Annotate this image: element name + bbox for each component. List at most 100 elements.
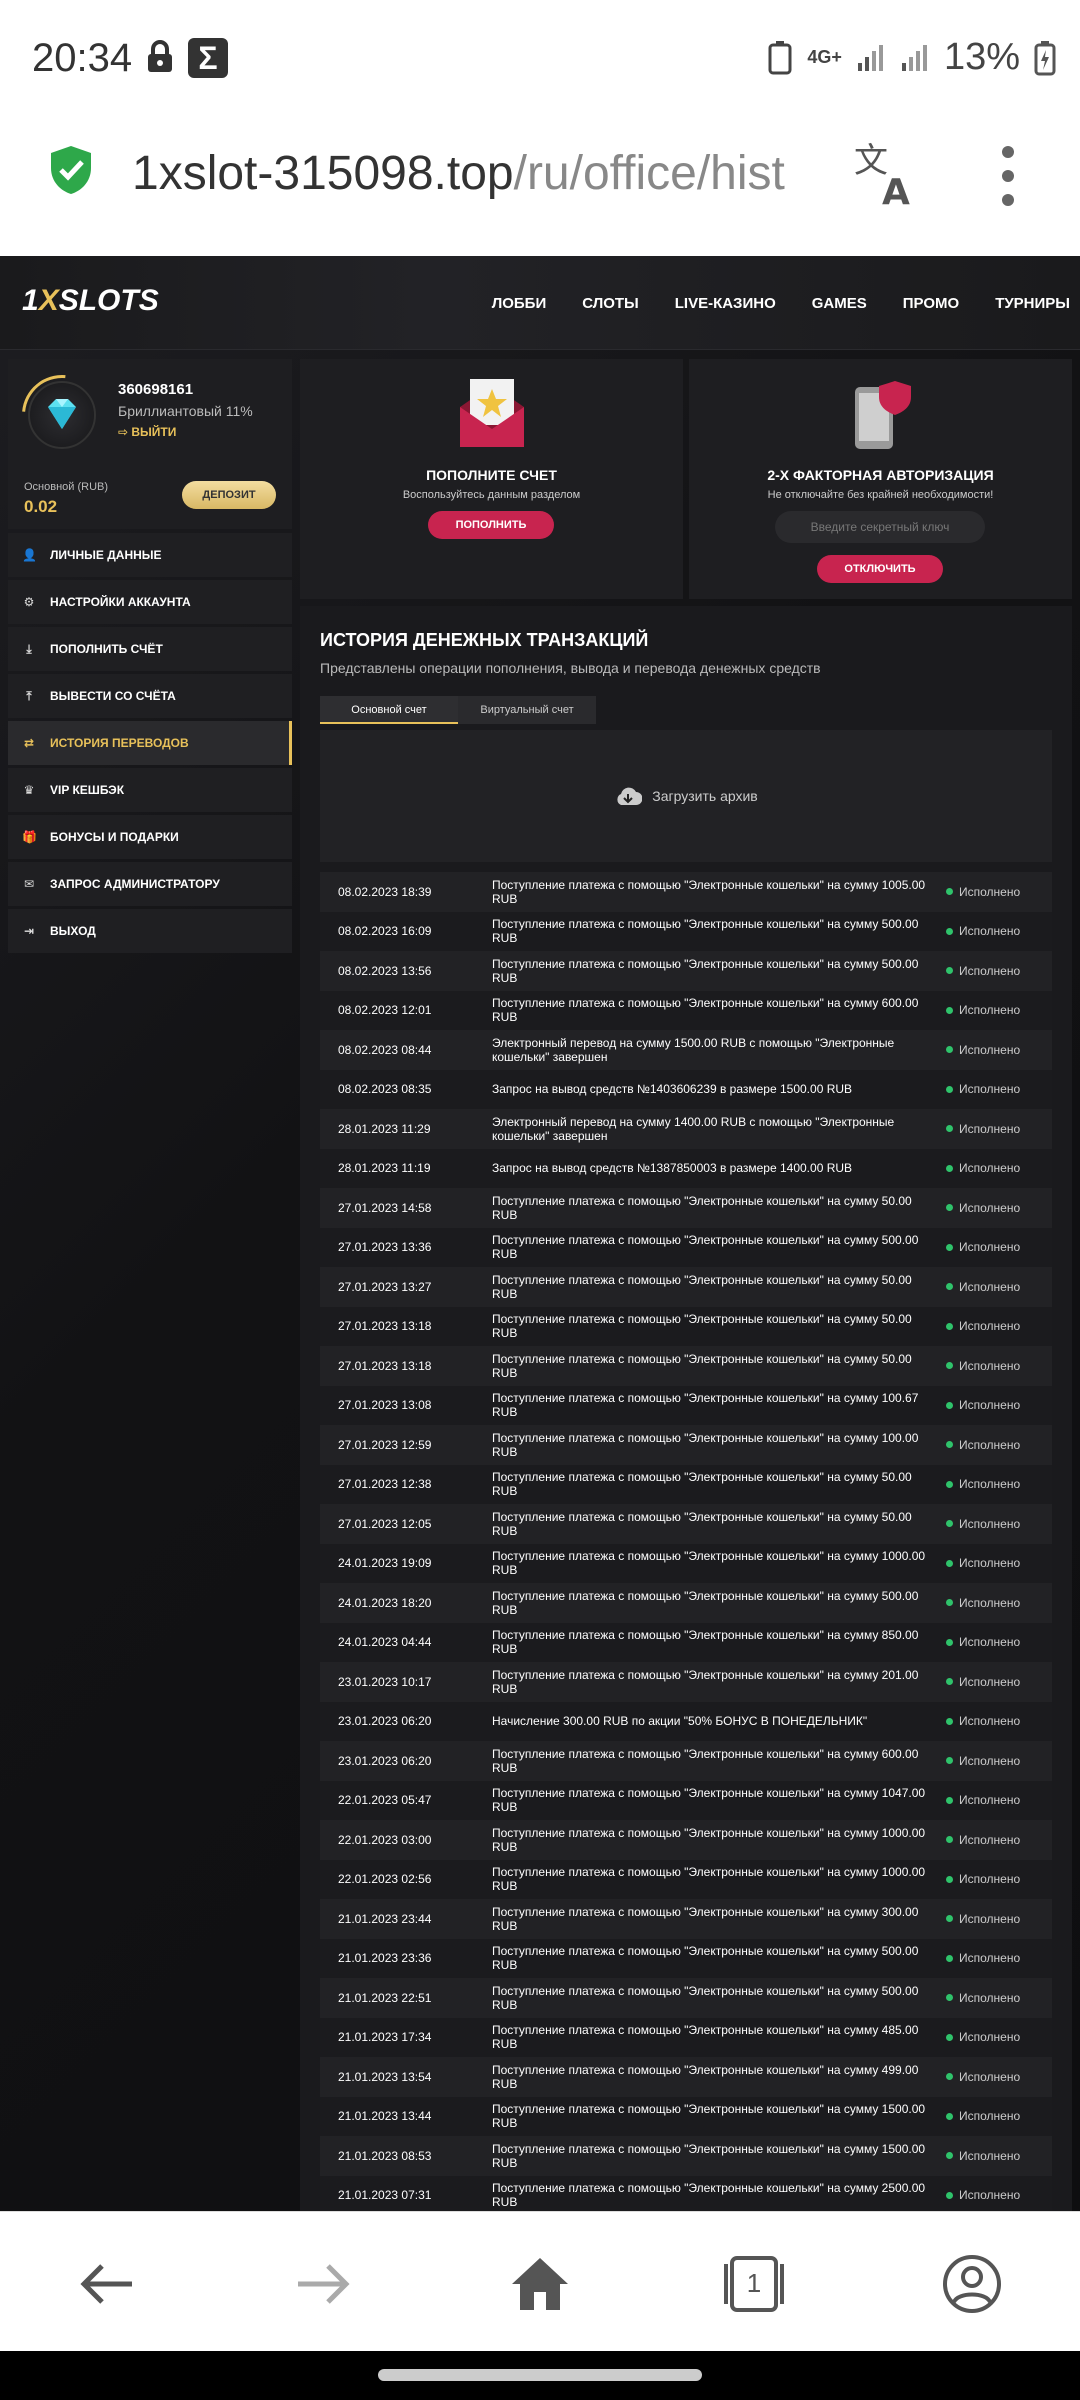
nav-promo[interactable]: ПРОМО (903, 295, 959, 312)
topup-button[interactable]: ПОПОЛНИТЬ (428, 511, 554, 539)
status-text: Исполнено (959, 1674, 1021, 1689)
row-description: Начисление 300.00 RUB по акции "50% БОНУ… (492, 1714, 868, 1729)
row-date: 08.02.2023 12:01 (338, 1003, 432, 1018)
disable-2fa-button[interactable]: ОТКЛЮЧИТЬ (817, 555, 943, 583)
download-icon: ⤓ (26, 642, 32, 656)
table-row: 21.01.2023 23:44 Поступление платежа с по… (320, 1899, 1052, 1939)
row-description: Поступление платежа с помощью "Электронн… (492, 2023, 919, 2052)
table-row: 08.02.2023 08:35 Запрос на вывод средств … (320, 1069, 1052, 1109)
table-row: 28.01.2023 11:19 Запрос на вывод средств … (320, 1148, 1052, 1188)
translate-icon[interactable]: 文 A (852, 138, 922, 208)
sidebar-item-admin-request[interactable]: ✉ ЗАПРОС АДМИНИСТРАТОРУ (8, 862, 292, 906)
status-text: Исполнено (959, 1872, 1021, 1887)
row-status: Исполнено (940, 1991, 1052, 2005)
table-row: 08.02.2023 12:01 Поступление платежа с по… (320, 990, 1052, 1030)
row-date: 27.01.2023 12:38 (338, 1477, 432, 1492)
status-text: Исполнено (959, 963, 1021, 978)
transaction-history: ИСТОРИЯ ДЕНЕЖНЫХ ТРАНЗАКЦИЙ Представлены… (300, 606, 1072, 2211)
forward-arrow-icon[interactable] (290, 2252, 354, 2316)
table-row: 24.01.2023 19:09 Поступление платежа с по… (320, 1543, 1052, 1583)
nav-live-casino[interactable]: LIVE-КАЗИНО (675, 295, 776, 312)
account-tabs: Основной счет Виртуальный счет (320, 696, 596, 724)
battery-charging-icon (1034, 40, 1056, 75)
nav-games[interactable]: GAMES (812, 295, 867, 312)
back-arrow-icon[interactable] (76, 2252, 140, 2316)
row-description: Поступление платежа с помощью "Электронн… (492, 1825, 926, 1854)
nav-tournaments[interactable]: ТУРНИРЫ (995, 295, 1070, 312)
sidebar-item-deposit[interactable]: ⤓ ПОПОЛНИТЬ СЧЁТ (8, 627, 292, 671)
row-date: 27.01.2023 14:58 (338, 1200, 432, 1215)
status-dot-icon (946, 888, 953, 896)
sidebar-item-bonuses[interactable]: 🎁 БОНУСЫ И ПОДАРКИ (8, 815, 292, 859)
browser-menu-icon[interactable] (996, 146, 1020, 206)
deposit-button[interactable]: ДЕПОЗИТ (182, 481, 276, 509)
sidebar-item-personal-data[interactable]: 👤 ЛИЧНЫЕ ДАННЫЕ (8, 533, 292, 577)
gesture-handle[interactable] (378, 2369, 702, 2381)
download-archive-button[interactable]: Загрузить архив (320, 730, 1052, 862)
row-description: Поступление платежа с помощью "Электронн… (492, 1391, 919, 1420)
secret-key-input[interactable] (775, 511, 985, 543)
row-description: Поступление платежа с помощью "Электронн… (492, 1786, 926, 1815)
sidebar-item-exit[interactable]: ⇥ ВЫХОД (8, 909, 292, 953)
diamond-icon (48, 399, 76, 429)
battery-percent: 13% (943, 36, 1020, 78)
home-icon[interactable] (508, 2252, 572, 2316)
table-row: 22.01.2023 03:00 Поступление платежа с по… (320, 1820, 1052, 1860)
status-text: Исполнено (959, 884, 1021, 899)
balance-value: 0.02 (24, 497, 58, 516)
row-status: Исполнено (940, 1201, 1052, 1215)
status-text: Исполнено (959, 1003, 1021, 1018)
tabs-switcher[interactable]: 1 (722, 2252, 786, 2316)
nav-lobby[interactable]: ЛОББИ (492, 295, 547, 312)
site-logo[interactable]: 1XSLOTS (22, 284, 159, 318)
table-row: 08.02.2023 08:44 Электронный перевод на с… (320, 1030, 1052, 1070)
status-text: Исполнено (959, 1121, 1021, 1136)
status-dot-icon (946, 1796, 953, 1804)
row-status: Исполнено (940, 1793, 1052, 1807)
row-description: Поступление платежа с помощью "Электронн… (492, 1272, 912, 1301)
status-text: Исполнено (959, 1595, 1021, 1610)
status-dot-icon (946, 1717, 953, 1725)
status-dot-icon (946, 1757, 953, 1765)
account-icon[interactable] (940, 2252, 1004, 2316)
status-dot-icon (946, 1401, 953, 1409)
table-row: 27.01.2023 13:18 Поступление платежа с по… (320, 1306, 1052, 1346)
page-title: ИСТОРИЯ ДЕНЕЖНЫХ ТРАНЗАКЦИЙ (320, 630, 649, 650)
transfer-icon: ⇄ (23, 736, 35, 750)
gesture-bar-area (0, 2351, 1080, 2400)
status-dot-icon (946, 927, 953, 935)
table-row: 22.01.2023 02:56 Поступление платежа с по… (320, 1859, 1052, 1899)
url-field[interactable]: 1xslot-315098.top/ru/office/hist (132, 146, 832, 201)
row-description: Поступление платежа с помощью "Электронн… (492, 1430, 919, 1459)
signal-icon (857, 44, 883, 71)
status-text: Исполнено (959, 1279, 1021, 1294)
row-description: Поступление платежа с помощью "Электронн… (492, 1233, 919, 1262)
sidebar-item-transfer-history[interactable]: ⇄ ИСТОРИЯ ПЕРЕВОДОВ (8, 721, 292, 765)
sidebar-item-account-settings[interactable]: ⚙ НАСТРОЙКИ АККАУНТА (8, 580, 292, 624)
row-date: 27.01.2023 13:36 (338, 1240, 432, 1255)
row-date: 21.01.2023 23:44 (338, 1911, 432, 1926)
status-dot-icon (946, 1322, 953, 1330)
twofa-card-subtitle: Не отключайте без крайней необходимости! (767, 489, 994, 501)
sidebar-item-vip-cashback[interactable]: ♛ VIP КЕШБЭК (8, 768, 292, 812)
row-status: Исполнено (940, 2030, 1052, 2044)
nav-slots[interactable]: СЛОТЫ (582, 295, 639, 312)
address-bar: 1xslot-315098.top/ru/office/hist 文 A (0, 120, 1080, 256)
table-row: 21.01.2023 07:31 Поступление платежа с по… (320, 2175, 1052, 2211)
status-bar: 20:34 Σ 4G+ 13% (0, 0, 1080, 120)
logout-link[interactable]: ⇨ ВЫЙТИ (118, 425, 176, 439)
status-dot-icon (946, 1362, 953, 1370)
secure-shield-icon[interactable] (48, 144, 94, 196)
tab-main-account[interactable]: Основной счет (320, 696, 458, 724)
row-status: Исполнено (940, 964, 1052, 978)
status-dot-icon (946, 1006, 953, 1014)
status-dot-icon (946, 1559, 953, 1567)
tab-virtual-account[interactable]: Виртуальный счет (458, 696, 596, 724)
upload-icon: ⤒ (26, 689, 32, 703)
user-plus-icon: 👤 (22, 548, 37, 562)
row-status: Исполнено (940, 1280, 1052, 1294)
crown-icon: ♛ (23, 783, 35, 797)
sidebar-item-withdraw[interactable]: ⤒ ВЫВЕСТИ СО СЧЁТА (8, 674, 292, 718)
row-description: Поступление платежа с помощью "Электронн… (492, 1983, 919, 2012)
deposit-card: ПОПОЛНИТЕ СЧЕТ Воспользуйтесь данным раз… (300, 359, 683, 599)
